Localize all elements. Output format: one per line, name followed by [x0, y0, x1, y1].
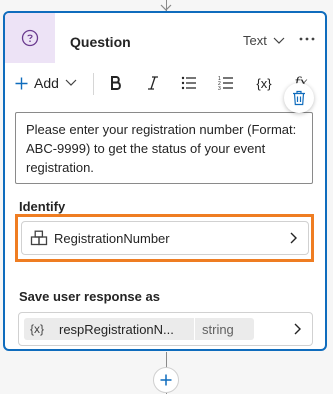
- variable-chip: {x} respRegistrationN... string: [24, 318, 254, 340]
- add-label: Add: [34, 75, 59, 91]
- response-type-value: Text: [243, 33, 267, 48]
- response-type-select[interactable]: Text: [243, 33, 285, 48]
- variable-type: string: [202, 322, 234, 337]
- identify-entity-selector[interactable]: RegistrationNumber: [21, 221, 309, 255]
- chevron-right-icon: [290, 232, 297, 244]
- chevron-down-icon: [273, 37, 285, 44]
- chevron-right-icon: [294, 323, 301, 335]
- node-title: Question: [70, 34, 131, 50]
- bulleted-list-button[interactable]: [178, 71, 200, 95]
- identify-entity-name: RegistrationNumber: [54, 231, 170, 246]
- italic-button[interactable]: [142, 71, 164, 95]
- variable-prefix: {x}: [30, 322, 45, 336]
- delete-node-button[interactable]: [284, 83, 314, 113]
- save-response-label: Save user response as: [19, 289, 160, 304]
- svg-text:3: 3: [218, 86, 221, 91]
- message-text: Please enter your registration number (F…: [26, 122, 297, 175]
- save-response-variable-selector[interactable]: {x} respRegistrationN... string: [18, 312, 313, 346]
- plus-icon: [160, 374, 172, 386]
- message-text-area[interactable]: Please enter your registration number (F…: [15, 112, 313, 184]
- more-options-button[interactable]: [295, 27, 319, 51]
- numbered-list-button[interactable]: 1 2 3: [215, 71, 237, 95]
- identify-label: Identify: [19, 199, 66, 214]
- variable-icon: {x}: [256, 75, 272, 91]
- variable-name: respRegistrationN...: [59, 322, 174, 337]
- toolbar-divider: [93, 73, 94, 95]
- bold-icon: [111, 76, 121, 90]
- chevron-down-icon: [65, 79, 77, 86]
- node-header: Question Text: [5, 13, 325, 63]
- bulleted-list-icon: [181, 76, 196, 90]
- entity-icon: [30, 230, 48, 246]
- chip-divider: [194, 318, 195, 340]
- numbered-list-icon: 1 2 3: [218, 76, 233, 91]
- node-type-icon-box: [5, 13, 55, 63]
- bold-button[interactable]: [105, 71, 127, 95]
- add-dropdown-button[interactable]: Add: [15, 71, 77, 95]
- trash-icon: [293, 90, 305, 106]
- insert-variable-button[interactable]: {x}: [252, 71, 276, 95]
- add-node-button[interactable]: [153, 367, 179, 393]
- message-toolbar: Add 1 2 3 {x}: [5, 65, 325, 101]
- question-node-card[interactable]: Question Text Add 1 2 3 {x} Please enter…: [3, 11, 327, 351]
- plus-icon: [15, 77, 28, 89]
- more-options-icon: [299, 37, 315, 41]
- chat-bubble-question-icon: [21, 29, 39, 47]
- italic-icon: [148, 76, 158, 90]
